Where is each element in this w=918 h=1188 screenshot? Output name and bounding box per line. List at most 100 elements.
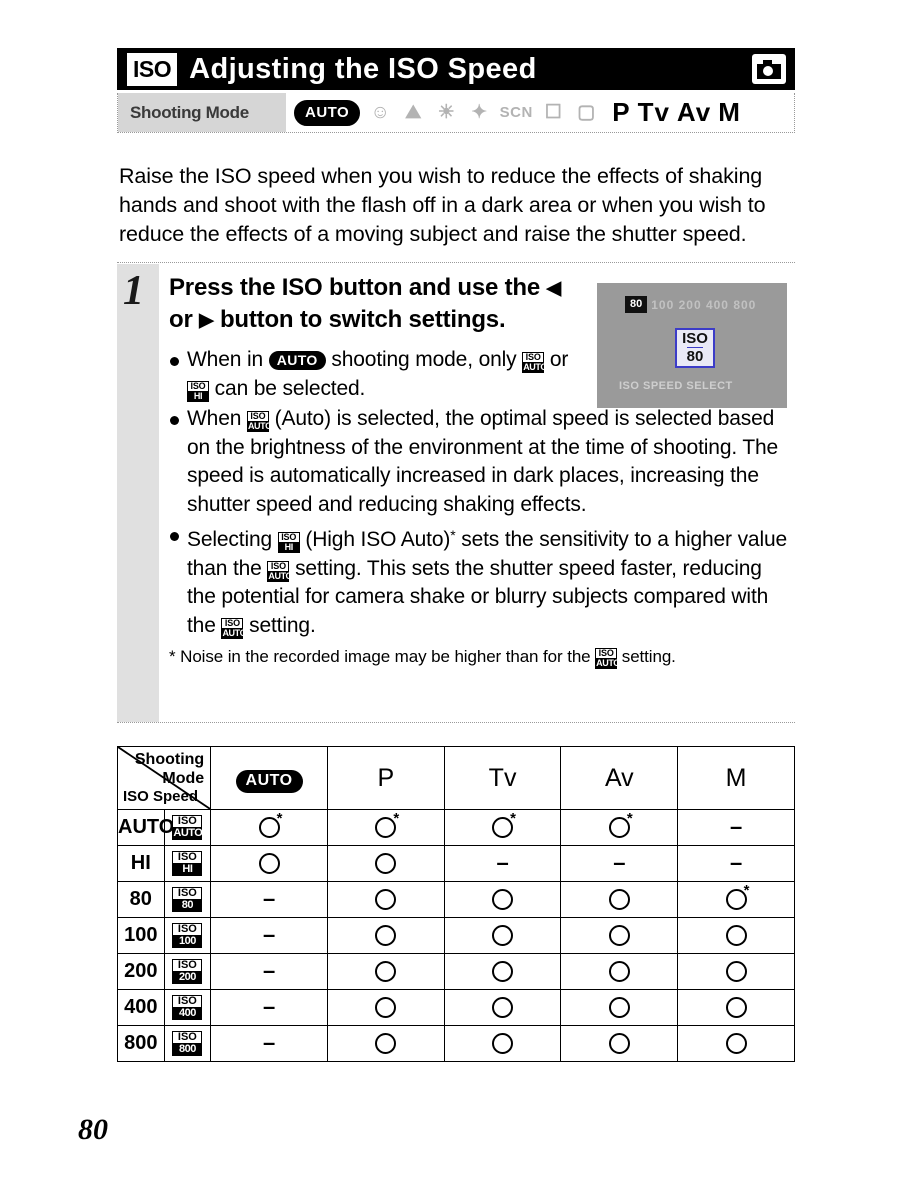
availability-cell — [560, 1025, 679, 1062]
available-circle-icon — [608, 996, 630, 1018]
lcd-selected-iso-chip: 80 — [625, 296, 648, 313]
footnote-text-b: setting. — [617, 647, 676, 666]
availability-cell: – — [210, 953, 328, 990]
iso-speed-icon-cell: ISO 200 — [163, 953, 212, 990]
available-circle-icon: * — [258, 810, 282, 838]
available-circle-icon — [725, 924, 747, 946]
iso-speed-label: 400 — [117, 989, 165, 1026]
page-title: Adjusting the ISO Speed — [189, 52, 537, 85]
bullet3-text-e: setting. — [243, 613, 316, 637]
availability-cell — [560, 881, 679, 918]
availability-cell — [443, 1025, 562, 1062]
available-circle-icon — [725, 1032, 747, 1054]
availability-cell: – — [677, 809, 795, 846]
availability-cell — [560, 917, 679, 954]
camera-icon — [752, 54, 786, 84]
availability-cell: – — [677, 845, 795, 882]
available-circle-icon — [608, 924, 630, 946]
portrait-icon: ☺ — [370, 102, 390, 123]
table-col-axis-label: ISO Speed — [123, 788, 199, 805]
table-col-tv: Tv — [443, 746, 562, 810]
table-row-axis-label: Shooting Mode — [134, 751, 205, 787]
iso-hi-icon: ISO HI — [187, 380, 209, 402]
available-circle-icon — [608, 960, 630, 982]
lcd-screen-sample: 80 100 200 400 800 ISO 80 ISO SPEED SELE… — [597, 283, 787, 408]
available-circle-icon — [375, 960, 397, 982]
availability-cell: – — [443, 845, 562, 882]
iso-80-icon: ISO 80 — [172, 887, 203, 912]
mode-p-label: P — [612, 97, 631, 127]
lcd-hint-text: ISO SPEED SELECT — [619, 380, 733, 392]
right-arrow-icon: ▶ — [199, 310, 214, 331]
mode-auto-icon: AUTO — [294, 99, 361, 126]
section-title-bar: ISO Adjusting the ISO Speed — [117, 48, 795, 90]
night-scene-icon: ☀ — [437, 102, 455, 123]
unavailable-dash: – — [262, 957, 276, 983]
step-heading-part1: Press the ISO button and use the — [169, 274, 547, 301]
table-row: 80 ISO 80 – * — [117, 881, 795, 918]
mode-m-label: M — [718, 97, 741, 127]
available-circle-icon — [492, 996, 514, 1018]
bullet1-text-a: When in — [187, 348, 269, 371]
available-circle-icon — [608, 888, 630, 910]
table-col-m: M — [677, 746, 795, 810]
table-body: AUTO ISO AUTO * * * * – HI ISO HI – – –80 ISO 80– * 100 IS… — [117, 809, 795, 1062]
iso-800-icon: ISO 800 — [172, 1031, 203, 1056]
availability-cell: – — [210, 1025, 328, 1062]
auto-mode-icon: AUTO — [235, 770, 303, 793]
mode-tv-label: Tv — [637, 97, 670, 127]
bullet2-text-a: When — [187, 407, 247, 430]
unavailable-dash: – — [262, 1029, 276, 1055]
iso-speed-label: HI — [117, 845, 165, 882]
available-circle-icon — [608, 1032, 630, 1054]
available-circle-icon — [492, 1032, 514, 1054]
available-circle-icon: * — [608, 810, 633, 838]
iso-speed-label: AUTO — [117, 809, 174, 846]
bullet-high-iso-auto-description: Selecting ISO HI (High ISO Auto)* sets th… — [169, 521, 795, 640]
bullet1-text-c: or — [544, 348, 569, 371]
shooting-mode-icons: AUTO ☺ ⛰ ☀ ✦ SCN ☐ ▢ P Tv Av M — [286, 93, 794, 132]
iso-availability-table: Shooting Mode ISO Speed AUTO P Tv Av M A… — [116, 746, 795, 1062]
available-circle-icon — [725, 996, 747, 1018]
availability-cell — [326, 845, 445, 882]
table-row: 200 ISO 200 – — [117, 953, 795, 990]
iso-speed-label: 200 — [117, 953, 165, 990]
intro-paragraph: Raise the ISO speed when you wish to red… — [119, 163, 766, 246]
iso-auto-icon: ISO AUTO — [267, 560, 293, 582]
availability-cell: – — [560, 845, 679, 882]
step-top-divider — [117, 262, 795, 263]
step-number: 1 — [123, 268, 144, 314]
availability-cell — [443, 917, 562, 954]
unavailable-dash: – — [262, 885, 276, 911]
availability-cell: – — [210, 881, 328, 918]
availability-cell — [677, 953, 795, 990]
availability-cell — [677, 989, 795, 1026]
availability-cell — [326, 989, 445, 1026]
availability-cell — [443, 953, 562, 990]
availability-cell — [326, 881, 445, 918]
availability-cell — [443, 881, 562, 918]
lcd-top-row: 80 100 200 400 800 — [625, 296, 756, 313]
available-circle-icon — [375, 1032, 397, 1054]
footnote-marker: * — [393, 809, 400, 827]
iso-100-icon: ISO 100 — [172, 923, 203, 948]
shooting-mode-strip: Shooting Mode AUTO ☺ ⛰ ☀ ✦ SCN ☐ ▢ P Tv Av… — [117, 93, 795, 133]
availability-cell: – — [210, 917, 328, 954]
indoor-icon: ☐ — [544, 102, 562, 123]
table-row: HI ISO HI – – – — [117, 845, 795, 882]
step-heading-or: or — [169, 306, 200, 333]
bullet-auto-mode: When in AUTO shooting mode, only ISO AUTO… — [169, 346, 587, 403]
table-col-av: Av — [560, 746, 679, 810]
availability-cell — [560, 953, 679, 990]
iso-200-icon: ISO 200 — [172, 959, 203, 984]
iso-badge-icon: ISO — [127, 52, 178, 86]
availability-cell — [210, 845, 328, 882]
available-circle-icon: * — [375, 810, 399, 838]
kids-pets-icon: ✦ — [471, 102, 488, 123]
iso-speed-label: 80 — [117, 881, 165, 918]
iso-speed-icon-cell: ISO 400 — [163, 989, 212, 1026]
shooting-mode-label: Shooting Mode — [118, 93, 286, 132]
lcd-iso-indicator: ISO 80 — [675, 328, 715, 368]
footnote-marker: * — [743, 881, 750, 899]
available-circle-icon — [375, 888, 397, 910]
